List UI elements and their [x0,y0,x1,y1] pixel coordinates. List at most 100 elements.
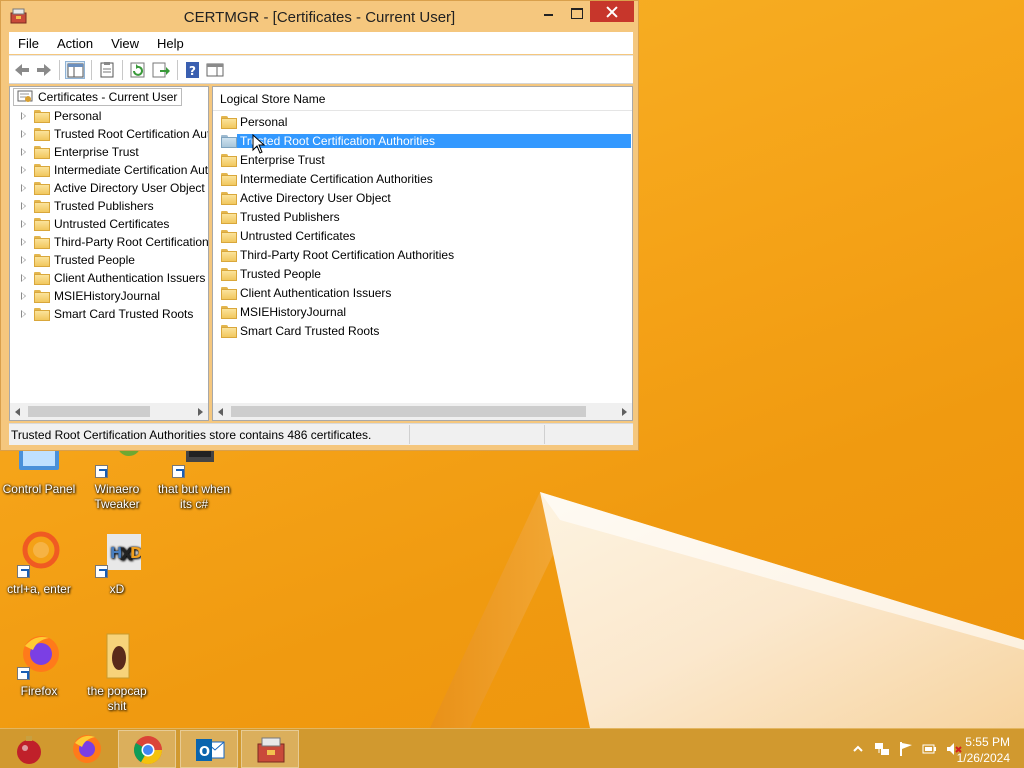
desktop-icon-firefox[interactable]: Firefox [1,632,77,699]
folder-icon [221,154,237,167]
scroll-left-arrow-icon[interactable] [218,408,223,416]
list-item[interactable]: Trusted Publishers [217,208,631,227]
list-horizontal-scrollbar[interactable] [213,403,632,420]
action-pane-icon[interactable] [205,61,225,79]
tree-item[interactable]: Untrusted Certificates [10,215,208,233]
scroll-right-arrow-icon[interactable] [198,408,203,416]
scroll-right-arrow-icon[interactable] [622,408,627,416]
taskbar-ornament[interactable] [0,730,58,768]
menu-action[interactable]: Action [48,36,102,51]
column-header-logical-store-name[interactable]: Logical Store Name [213,87,632,111]
expand-arrow-icon[interactable] [21,238,26,246]
tree-item[interactable]: Intermediate Certification Authorities [10,161,208,179]
show-tree-icon[interactable] [65,61,85,79]
list-item[interactable]: Untrusted Certificates [217,227,631,246]
tree-item[interactable]: Third-Party Root Certification Authoriti… [10,233,208,251]
svg-text:O: O [199,745,210,760]
scroll-thumb[interactable] [231,406,586,417]
expand-arrow-icon[interactable] [21,166,26,174]
tree-item-label: Smart Card Trusted Roots [54,307,194,321]
tree-root-certificates-current-user[interactable]: Certificates - Current User [13,88,183,106]
tree-item[interactable]: Trusted Root Certification Authorities [10,125,208,143]
status-divider [544,425,545,444]
tree-item[interactable]: MSIEHistoryJournal [10,287,208,305]
taskbar-firefox[interactable] [58,730,116,768]
export-list-icon[interactable] [151,61,171,79]
desktop-icon-origin[interactable]: ctrl+a, enter [1,530,77,597]
network-icon[interactable] [874,741,890,757]
show-hidden-icons-chevron[interactable] [850,741,866,757]
list-item[interactable]: Trusted Root Certification Authorities [217,132,631,151]
title-bar[interactable]: CERTMGR - [Certificates - Current User] [1,1,638,31]
expand-arrow-icon[interactable] [21,148,26,156]
expand-arrow-icon[interactable] [21,274,26,282]
desktop-icon-popcap-folder[interactable]: the popcap shit [79,632,155,714]
desktop-icon-hxd[interactable]: HXD xD [79,530,155,597]
hxd-icon: HXD [93,530,142,578]
tree-item[interactable]: Active Directory User Object [10,179,208,197]
taskbar-certmgr[interactable] [241,730,299,768]
taskbar-clock[interactable]: 5:55 PM 1/26/2024 [957,734,1010,766]
clock-time: 5:55 PM [965,735,1010,749]
taskbar-outlook[interactable]: O [180,730,238,768]
forward-icon[interactable] [34,61,54,79]
tree-item[interactable]: Personal [10,107,208,125]
help-icon[interactable]: ? [183,61,203,79]
folder-icon [34,290,50,303]
scroll-thumb[interactable] [28,406,150,417]
back-icon[interactable] [12,61,32,79]
close-button[interactable] [590,1,634,22]
tree-item[interactable]: Enterprise Trust [10,143,208,161]
list-item[interactable]: Personal [217,113,631,132]
action-center-flag-icon[interactable] [898,741,914,757]
menu-help[interactable]: Help [148,36,193,51]
list-item[interactable]: Client Authentication Issuers [217,284,631,303]
list-item[interactable]: Smart Card Trusted Roots [217,322,631,341]
tree-item-label: Trusted Root Certification Authorities [54,127,208,141]
folder-icon [34,182,50,195]
expand-arrow-icon[interactable] [21,220,26,228]
maximize-button[interactable] [563,1,589,23]
expand-arrow-icon[interactable] [21,112,26,120]
list-item-label: Trusted Root Certification Authorities [237,134,631,148]
chrome-icon [134,736,162,764]
desktop-icon-label: that but when its c# [157,482,231,511]
tree-item[interactable]: Trusted Publishers [10,197,208,215]
expand-arrow-icon[interactable] [21,292,26,300]
folder-icon [93,632,141,680]
tree-item-label: MSIEHistoryJournal [54,289,161,303]
list-item[interactable]: Intermediate Certification Authorities [217,170,631,189]
tree-item-label: Client Authentication Issuers [54,271,206,285]
outlook-icon: O [196,739,225,761]
expand-arrow-icon[interactable] [21,256,26,264]
power-icon[interactable] [922,741,938,757]
list-item[interactable]: Trusted People [217,265,631,284]
expand-arrow-icon[interactable] [21,130,26,138]
refresh-icon[interactable] [128,61,148,79]
tree-item[interactable]: Trusted People [10,251,208,269]
tree-item-label: Third-Party Root Certification Authoriti… [54,235,208,249]
taskbar-chrome[interactable] [118,730,176,768]
list-item-label: Trusted Publishers [240,210,340,224]
list-item-label: Smart Card Trusted Roots [240,324,380,338]
menu-file[interactable]: File [9,36,48,51]
tree-item[interactable]: Client Authentication Issuers [10,269,208,287]
menu-bar: File Action View Help [9,32,633,54]
folder-icon [221,268,237,281]
list-item[interactable]: Active Directory User Object [217,189,631,208]
properties-icon[interactable] [97,61,117,79]
tree-horizontal-scrollbar[interactable] [10,403,208,420]
list-item[interactable]: Third-Party Root Certification Authoriti… [217,246,631,265]
tree-item[interactable]: Smart Card Trusted Roots [10,305,208,323]
expand-arrow-icon[interactable] [21,202,26,210]
scroll-left-arrow-icon[interactable] [15,408,20,416]
expand-arrow-icon[interactable] [21,310,26,318]
tree-item-label: Intermediate Certification Authorities [54,163,208,177]
expand-arrow-icon[interactable] [21,184,26,192]
minimize-button[interactable] [533,1,563,23]
folder-icon [221,135,237,148]
menu-view[interactable]: View [102,36,148,51]
list-item[interactable]: Enterprise Trust [217,151,631,170]
desktop-icon-label: xD [109,582,125,596]
list-item[interactable]: MSIEHistoryJournal [217,303,631,322]
